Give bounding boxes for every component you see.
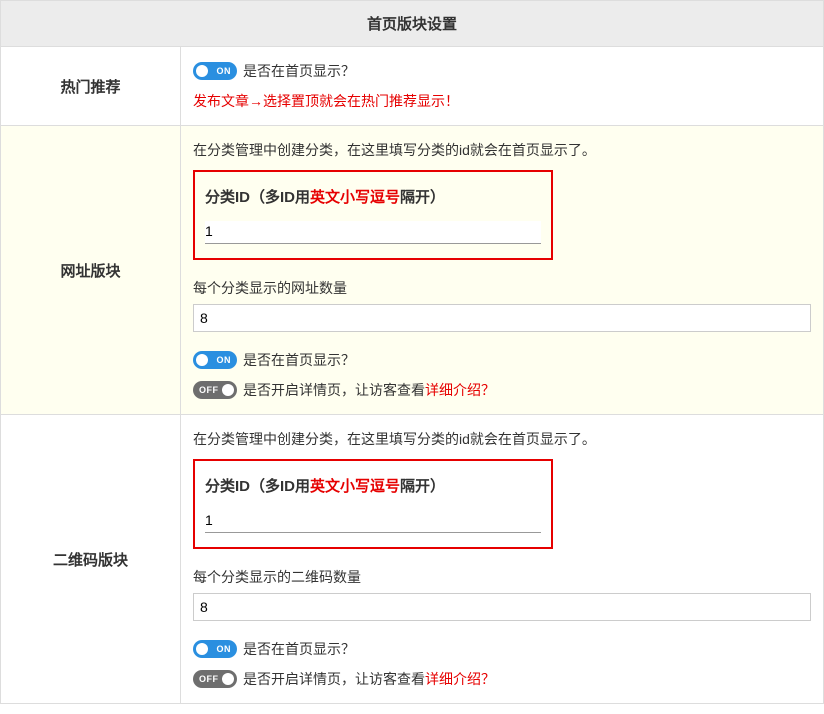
qr-detail-toggle[interactable]: OFF	[193, 670, 237, 688]
qr-show-toggle[interactable]: ON	[193, 640, 237, 658]
url-detail-label: 是否开启详情页，让访客查看详细介绍？	[243, 380, 495, 400]
hot-tip: 发布文章→选择置顶就会在热门推荐显示！	[193, 91, 811, 111]
section-qr-label: 二维码版块	[1, 415, 181, 703]
section-url: 网址版块 在分类管理中创建分类，在这里填写分类的id就会在首页显示了。 分类ID…	[0, 126, 824, 415]
qr-show-label: 是否在首页显示？	[243, 639, 355, 659]
url-cat-id-box: 分类ID（多ID用英文小写逗号隔开）	[193, 170, 553, 260]
section-url-content: 在分类管理中创建分类，在这里填写分类的id就会在首页显示了。 分类ID（多ID用…	[181, 126, 823, 414]
page-header: 首页版块设置	[0, 0, 824, 47]
url-per-label: 每个分类显示的网址数量	[193, 278, 811, 298]
hot-show-toggle[interactable]: ON	[193, 62, 237, 80]
qr-cat-id-title: 分类ID（多ID用英文小写逗号隔开）	[205, 475, 541, 496]
qr-per-block: 每个分类显示的二维码数量	[193, 567, 811, 621]
page-title: 首页版块设置	[367, 16, 457, 33]
qr-desc: 在分类管理中创建分类，在这里填写分类的id就会在首页显示了。	[193, 429, 811, 449]
section-qr: 二维码版块 在分类管理中创建分类，在这里填写分类的id就会在首页显示了。 分类I…	[0, 415, 824, 704]
url-detail-toggle[interactable]: OFF	[193, 381, 237, 399]
url-show-label: 是否在首页显示？	[243, 350, 355, 370]
qr-per-label: 每个分类显示的二维码数量	[193, 567, 811, 587]
qr-cat-id-box: 分类ID（多ID用英文小写逗号隔开）	[193, 459, 553, 549]
url-show-toggle[interactable]: ON	[193, 351, 237, 369]
section-hot: 热门推荐 ON 是否在首页显示？ 发布文章→选择置顶就会在热门推荐显示！	[0, 47, 824, 126]
url-cat-id-title: 分类ID（多ID用英文小写逗号隔开）	[205, 186, 541, 207]
url-desc: 在分类管理中创建分类，在这里填写分类的id就会在首页显示了。	[193, 140, 811, 160]
section-qr-content: 在分类管理中创建分类，在这里填写分类的id就会在首页显示了。 分类ID（多ID用…	[181, 415, 823, 703]
hot-show-label: 是否在首页显示？	[243, 61, 355, 81]
qr-per-input[interactable]	[193, 593, 811, 621]
section-url-label: 网址版块	[1, 126, 181, 414]
section-hot-content: ON 是否在首页显示？ 发布文章→选择置顶就会在热门推荐显示！	[181, 47, 823, 125]
url-per-block: 每个分类显示的网址数量	[193, 278, 811, 332]
section-hot-label: 热门推荐	[1, 47, 181, 125]
qr-cat-id-input[interactable]	[205, 510, 541, 533]
qr-detail-label: 是否开启详情页，让访客查看详细介绍？	[243, 669, 495, 689]
url-per-input[interactable]	[193, 304, 811, 332]
url-cat-id-input[interactable]	[205, 221, 541, 244]
